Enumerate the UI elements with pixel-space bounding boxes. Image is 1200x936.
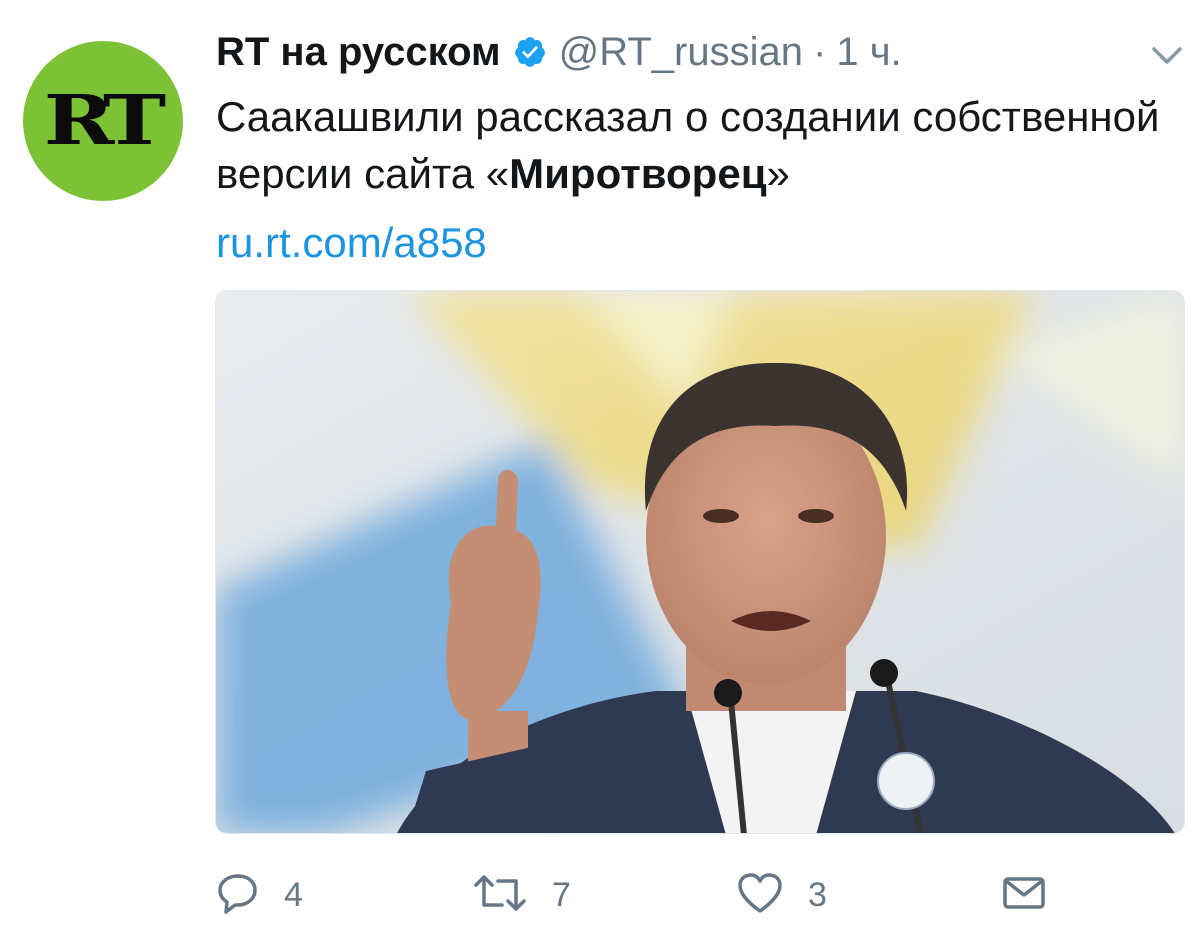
reply-icon (216, 871, 260, 920)
like-button[interactable]: 3 (736, 870, 827, 920)
user-handle[interactable]: @RT_russian (559, 30, 803, 75)
tweet-text-bold: Миротворец (509, 150, 767, 197)
chevron-down-icon[interactable] (1150, 44, 1184, 68)
tweet-header: RT на русском @RT_russian · 1 ч. (216, 24, 902, 80)
tweet-timestamp[interactable]: 1 ч. (836, 30, 901, 75)
display-name[interactable]: RT на русском (216, 30, 501, 75)
tweet-actions: 4 7 3 (216, 870, 1186, 920)
like-count: 3 (808, 875, 827, 914)
tweet-text-close: » (766, 150, 790, 197)
direct-message-button[interactable] (1000, 870, 1048, 920)
verified-badge-icon (513, 35, 547, 69)
reply-count: 4 (284, 875, 303, 914)
reply-button[interactable]: 4 (216, 870, 303, 920)
retweet-count: 7 (552, 875, 571, 914)
tweet-link[interactable]: ru.rt.com/a858 (216, 214, 487, 271)
retweet-button[interactable]: 7 (472, 870, 571, 920)
separator-dot: · (813, 29, 827, 74)
tweet-photo[interactable] (215, 290, 1185, 834)
rt-logo: RT (43, 81, 166, 161)
envelope-icon (1000, 871, 1048, 920)
tweet-text: Саакашвили рассказал о создании собствен… (216, 88, 1186, 202)
heart-icon (736, 871, 784, 920)
retweet-icon (472, 871, 528, 920)
avatar[interactable]: RT (23, 41, 183, 201)
